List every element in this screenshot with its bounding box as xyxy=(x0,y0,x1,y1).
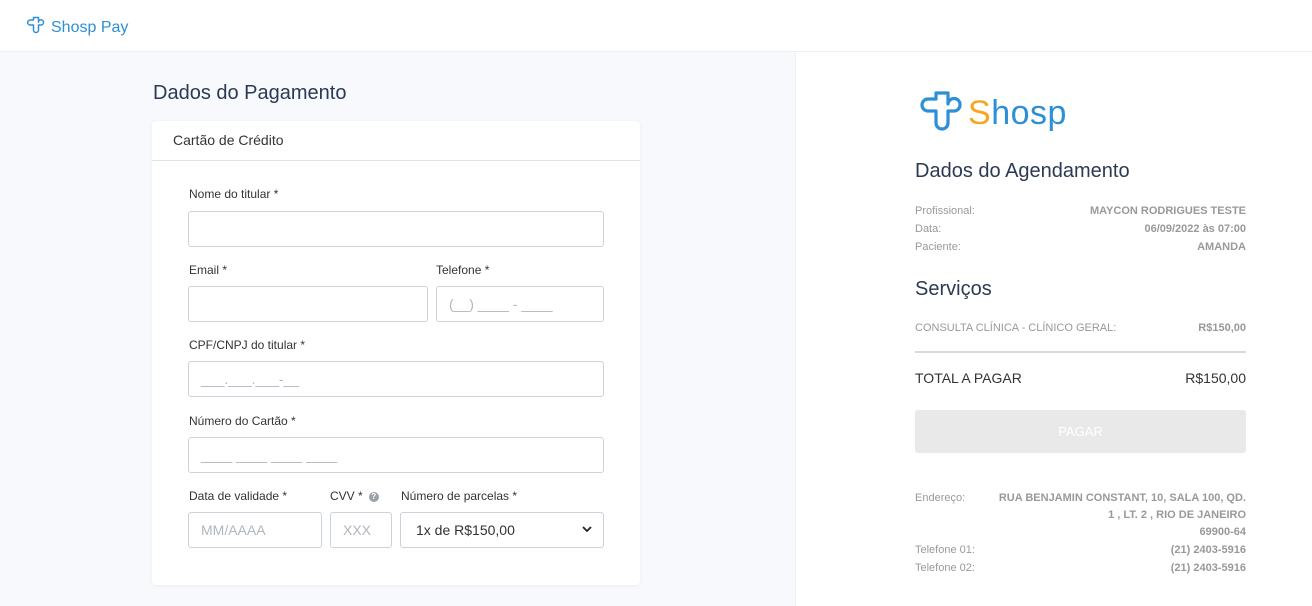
summary-section: Shosp Dados do Agendamento Profissional:… xyxy=(795,52,1312,606)
email-label: Email * xyxy=(189,263,228,277)
date-row: Data: 06/09/2022 às 07:00 xyxy=(915,223,1246,235)
shosp-logo: Shosp xyxy=(918,87,1067,140)
phone-input[interactable]: (__) ____ - ____ xyxy=(436,286,604,322)
address-label: Endereço: xyxy=(915,492,966,504)
divider xyxy=(915,351,1246,353)
phone2-row: Telefone 02: (21) 2403-5916 xyxy=(915,562,1246,574)
card-number-label: Número do Cartão * xyxy=(189,414,296,428)
phone-label: Telefone * xyxy=(436,263,490,277)
payment-title: Dados do Pagamento xyxy=(153,82,347,104)
phone1-label: Telefone 01: xyxy=(915,544,975,556)
credit-card-form: Cartão de Crédito Nome do titular * Emai… xyxy=(152,121,640,585)
pay-button[interactable]: PAGAR xyxy=(915,410,1246,453)
phone2-label: Telefone 02: xyxy=(915,562,975,574)
phone1-row: Telefone 01: (21) 2403-5916 xyxy=(915,544,1246,556)
cvv-label: CVV *? xyxy=(330,489,379,503)
installments-select[interactable]: 1x de R$150,00 xyxy=(400,512,604,548)
cvv-label-text: CVV * xyxy=(330,489,363,503)
total-value: R$150,00 xyxy=(1185,370,1246,386)
service-row: CONSULTA CLÍNICA - CLÍNICO GERAL: R$150,… xyxy=(915,322,1246,334)
card-number-input[interactable]: ____ ____ ____ ____ xyxy=(188,437,604,473)
service-price: R$150,00 xyxy=(1198,322,1246,334)
service-name: CONSULTA CLÍNICA - CLÍNICO GERAL: xyxy=(915,322,1117,334)
cloud-cross-logo-icon xyxy=(26,15,46,40)
patient-label: Paciente: xyxy=(915,241,961,253)
chevron-down-icon xyxy=(581,522,593,538)
address-line: 1 , LT. 2 , RIO DE JANEIRO xyxy=(1108,509,1246,521)
installments-label: Número de parcelas * xyxy=(401,489,518,503)
appointment-title: Dados do Agendamento xyxy=(915,160,1130,182)
date-value: 06/09/2022 às 07:00 xyxy=(1144,223,1246,235)
payment-section: Dados do Pagamento Cartão de Crédito Nom… xyxy=(0,52,795,606)
patient-row: Paciente: AMANDA xyxy=(915,241,1246,253)
patient-value: AMANDA xyxy=(1197,241,1246,253)
installments-value: 1x de R$150,00 xyxy=(416,522,515,538)
cpf-input[interactable]: ___.___.___-__ xyxy=(188,361,604,397)
professional-row: Profissional: MAYCON RODRIGUES TESTE xyxy=(915,205,1246,217)
expiry-label: Data de validade * xyxy=(189,489,288,503)
brand[interactable]: Shosp Pay xyxy=(26,15,128,40)
expiry-input[interactable]: MM/AAAA xyxy=(188,512,322,548)
holder-name-input[interactable] xyxy=(188,211,604,247)
address-value: RUA BENJAMIN CONSTANT, 10, SALA 100, QD.… xyxy=(986,490,1246,541)
address-row: Endereço: RUA BENJAMIN CONSTANT, 10, SAL… xyxy=(915,490,1246,541)
address-line: 69900-64 xyxy=(1199,526,1247,538)
address-line: RUA BENJAMIN CONSTANT, 10, SALA 100, QD. xyxy=(998,492,1246,504)
date-label: Data: xyxy=(915,223,942,235)
help-circle-icon[interactable]: ? xyxy=(368,491,379,502)
holder-name-label: Nome do titular * xyxy=(189,187,279,201)
phone1-value: (21) 2403-5916 xyxy=(1170,544,1246,556)
cvv-input[interactable]: XXX xyxy=(330,512,392,548)
total-row: TOTAL A PAGAR R$150,00 xyxy=(915,370,1246,386)
services-title: Serviços xyxy=(915,278,992,300)
professional-value: MAYCON RODRIGUES TESTE xyxy=(1089,205,1246,217)
total-label: TOTAL A PAGAR xyxy=(915,370,1022,386)
cloud-cross-logo-icon xyxy=(918,87,966,140)
email-input[interactable] xyxy=(188,286,428,322)
professional-label: Profissional: xyxy=(915,205,975,217)
card-tab-credit[interactable]: Cartão de Crédito xyxy=(152,121,640,161)
brand-name: Shosp Pay xyxy=(51,18,129,36)
phone2-value: (21) 2403-5916 xyxy=(1170,562,1246,574)
top-bar: Shosp Pay xyxy=(0,0,1312,52)
logo-text: Shosp xyxy=(968,94,1067,132)
cpf-label: CPF/CNPJ do titular * xyxy=(189,338,306,352)
